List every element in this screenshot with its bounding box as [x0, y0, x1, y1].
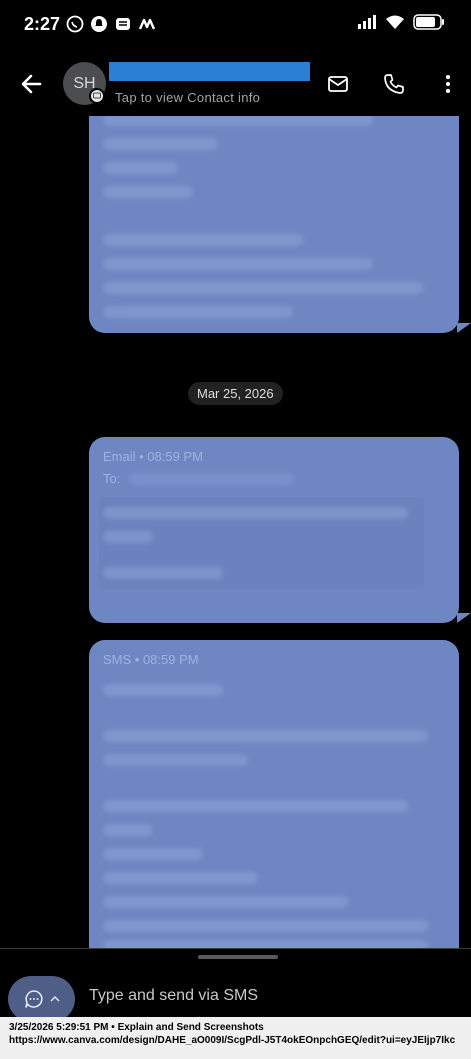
email-message-meta: Email • 08:59 PM	[103, 449, 203, 464]
email-to-label: To:	[103, 471, 121, 486]
message-input[interactable]: Type and send via SMS	[89, 987, 258, 1005]
stack-icon	[116, 18, 130, 30]
sms-message-bubble[interactable]: SMS • 08:59 PM	[89, 640, 459, 948]
status-bar: 2:27	[0, 0, 471, 52]
signal-icon	[358, 15, 376, 29]
battery-icon	[413, 14, 444, 30]
drag-handle[interactable]	[198, 955, 278, 959]
screenshot-caption: 3/25/2026 5:29:51 PM • Explain and Send …	[0, 1017, 471, 1059]
status-time: 2:27	[24, 14, 61, 34]
wifi-icon	[386, 15, 404, 29]
snapchat-icon	[91, 16, 107, 32]
chevron-up-icon	[49, 995, 60, 1002]
date-divider: Mar 25, 2026	[188, 382, 283, 405]
chat-bubble-icon	[24, 990, 43, 1008]
message-bubble-previous[interactable]	[89, 100, 459, 333]
whatsapp-icon	[66, 15, 84, 33]
composer-divider	[0, 948, 471, 949]
caption-line-2: https://www.canva.com/design/DAHE_aO009I…	[9, 1035, 456, 1046]
status-indicators	[357, 14, 445, 30]
bubble-tail	[457, 613, 471, 623]
header-background	[0, 52, 471, 116]
notification-icons	[66, 15, 156, 33]
m-app-icon	[138, 18, 156, 30]
bubble-tail	[457, 323, 471, 333]
sms-message-meta: SMS • 08:59 PM	[103, 652, 199, 667]
caption-line-1: 3/25/2026 5:29:51 PM • Explain and Send …	[9, 1022, 264, 1033]
email-message-bubble[interactable]: Email • 08:59 PM To:	[89, 437, 459, 623]
channel-select-button[interactable]	[8, 976, 75, 1022]
